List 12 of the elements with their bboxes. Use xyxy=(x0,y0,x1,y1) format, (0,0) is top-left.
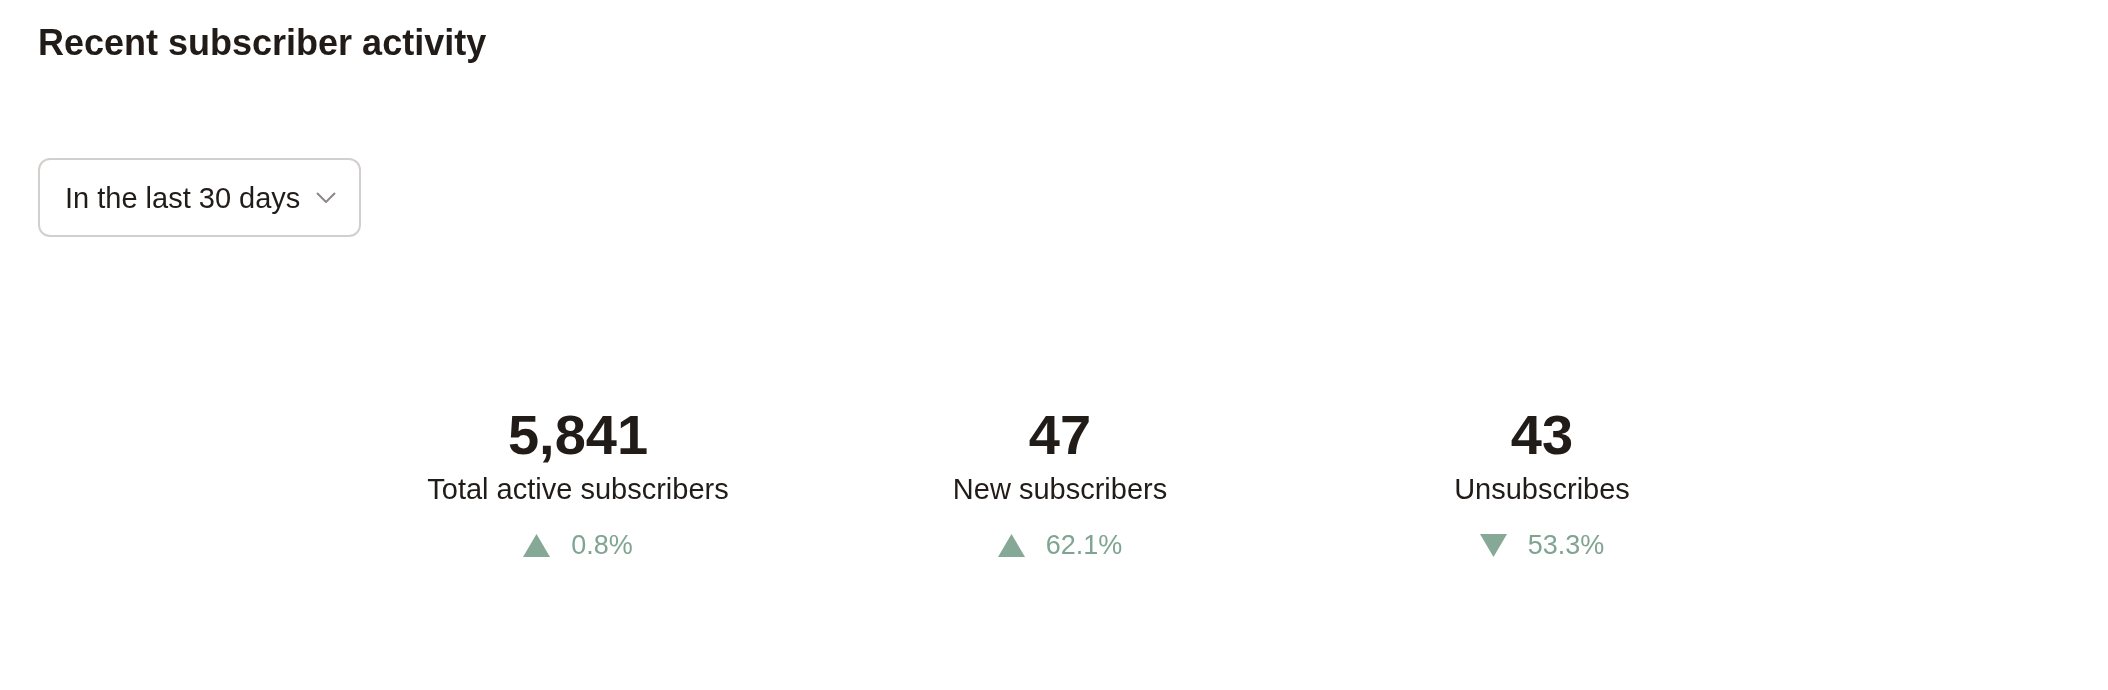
stat-value: 5,841 xyxy=(507,407,649,463)
stat-label: New subscribers xyxy=(952,472,1168,507)
stat-label: Unsubscribes xyxy=(1454,472,1630,507)
stat-change: 53.3% xyxy=(1527,529,1605,561)
stat-label: Total active subscribers xyxy=(427,472,729,507)
stat-change: 62.1% xyxy=(1045,529,1123,561)
stat-value: 43 xyxy=(1510,407,1574,463)
section-title: Recent subscriber activity xyxy=(38,21,487,65)
stat-change: 0.8% xyxy=(571,529,633,561)
stat-value: 47 xyxy=(1028,407,1092,463)
date-range-dropdown[interactable]: In the last 30 days xyxy=(38,158,362,237)
chevron-down-icon xyxy=(316,192,337,203)
